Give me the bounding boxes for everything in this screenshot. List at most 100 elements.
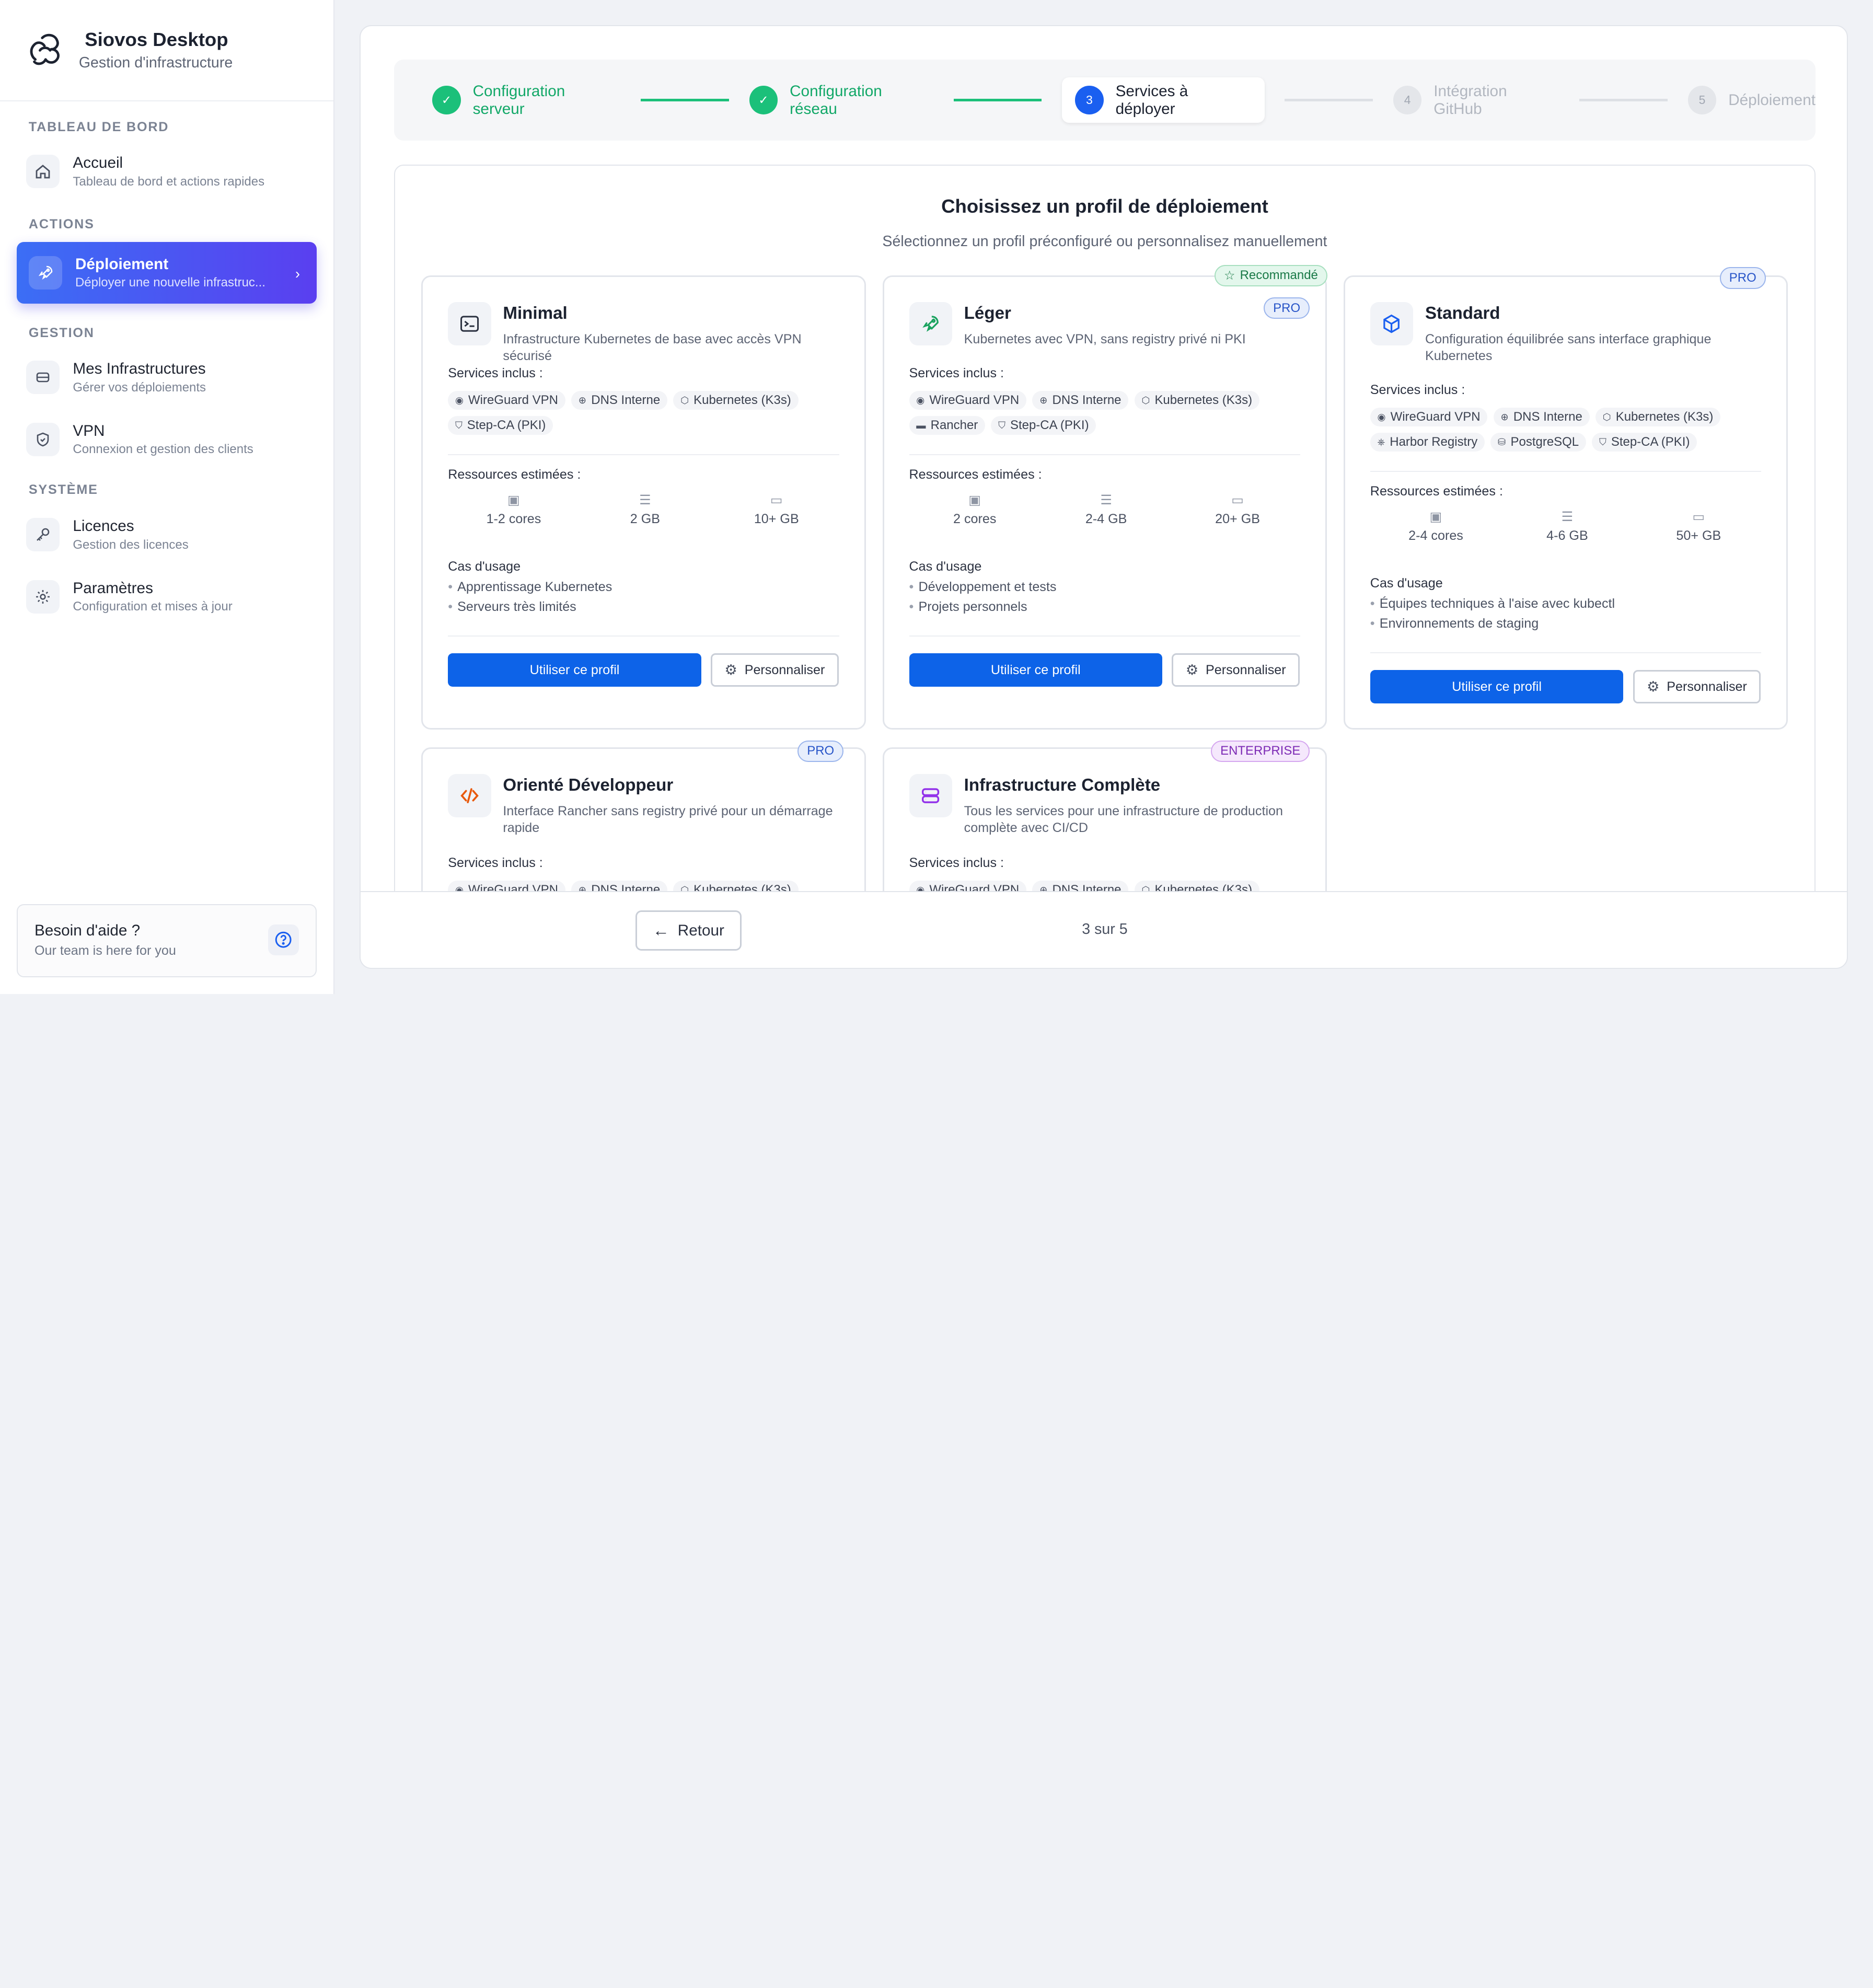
database-icon — [26, 361, 60, 395]
shield-check-icon: ⛉ — [1599, 436, 1606, 447]
list-item: Équipes techniques à l'aise avec kubectl — [1370, 596, 1615, 611]
service-chip: ⛉ Step-CA (PKI) — [448, 415, 553, 435]
divider — [1370, 652, 1762, 654]
service-chip: ⎈ Harbor Registry — [1370, 432, 1485, 452]
shield-check-icon: ⛉ — [455, 419, 463, 431]
wireguard-icon: ◉ — [916, 394, 925, 406]
chevron-right-icon: › — [295, 265, 300, 282]
profile-card-complete[interactable]: Infrastructure Complète Tous les service… — [882, 747, 1327, 905]
globe-icon: ⊕ — [1500, 411, 1509, 422]
rocket-icon — [28, 256, 62, 290]
wizard-footer: ← Retour 3 sur 5 — [360, 891, 1847, 968]
sidebar-item-deploiement[interactable]: Déploiement Déployer une nouvelle infras… — [16, 241, 317, 304]
service-chip: ⬡ Kubernetes (K3s) — [1595, 407, 1721, 427]
services-chips: ◉ WireGuard VPN ⊕ DNS Interne ⬡ Kubernetes … — [909, 390, 1303, 435]
app-title: Siovos Desktop — [85, 29, 228, 51]
profile-name: Infrastructure Complète — [964, 775, 1161, 795]
check-icon: ✓ — [749, 86, 778, 115]
profile-desc: Tous les services pour une infrastructur… — [964, 804, 1283, 836]
globe-icon: ⊕ — [578, 394, 587, 406]
resources-label: Ressources estimées : — [1370, 483, 1503, 499]
gear-icon — [26, 580, 60, 614]
service-chip: ⊕ DNS Interne — [1493, 407, 1590, 427]
page-subtitle: Sélectionnez un profil préconfiguré ou p… — [882, 233, 1327, 250]
stepper: ✓ Configuration serveur ✓ Configuration … — [394, 59, 1816, 141]
profile-card-minimal[interactable]: Minimal Infrastructure Kubernetes de bas… — [421, 275, 866, 730]
help-card[interactable]: Besoin d'aide ? Our team is here for you — [16, 904, 317, 977]
memory-icon: ☰ — [1561, 509, 1574, 524]
use-profile-button[interactable]: Utiliser ce profil — [1370, 670, 1624, 704]
use-profile-button[interactable]: Utiliser ce profil — [448, 653, 701, 687]
profile-card-developpeur[interactable]: Orienté Développeur Interface Rancher sa… — [421, 747, 866, 905]
sidebar-item-label: VPN — [73, 422, 105, 440]
cpu-icon: ▣ — [1429, 509, 1442, 524]
cube-icon: ⬡ — [1602, 411, 1611, 422]
step-counter: 3 sur 5 — [1082, 921, 1128, 938]
resources-row: ▣ 1-2 cores ☰ 2 GB ▭ 10+ GB — [448, 492, 842, 527]
profile-card-leger[interactable]: Léger Kubernetes avec VPN, sans registry… — [882, 275, 1327, 730]
service-chip: ◉ WireGuard VPN — [448, 390, 565, 410]
sidebar-item-desc: Tableau de bord et actions rapides — [73, 174, 265, 189]
profile-selection: Choisissez un profil de déploiement Séle… — [394, 165, 1816, 906]
divider — [448, 454, 839, 455]
uses-list: Développement et tests Projets personnel… — [909, 575, 1056, 615]
profile-desc: Infrastructure Kubernetes de base avec a… — [503, 332, 802, 364]
sidebar-item-infrastructures[interactable]: Mes Infrastructures Gérer vos déploiemen… — [0, 351, 333, 404]
services-chips: ◉ WireGuard VPN ⊕ DNS Interne ⬡ Kubernetes … — [1370, 407, 1764, 452]
disk-resource: ▭ 50+ GB — [1633, 509, 1764, 544]
step-number: 5 — [1687, 86, 1717, 115]
gear-icon: ⚙ — [724, 662, 737, 678]
customize-button[interactable]: ⚙ Personnaliser — [711, 653, 839, 687]
rancher-icon: ▬ — [916, 419, 926, 431]
step-configuration-serveur[interactable]: ✓ Configuration serveur — [432, 83, 620, 118]
step-configuration-reseau[interactable]: ✓ Configuration réseau — [749, 83, 933, 118]
sidebar-item-licences[interactable]: Licences Gestion des licences — [0, 508, 333, 561]
server-stack-icon — [909, 774, 952, 817]
service-chip: ⛉ Step-CA (PKI) — [991, 415, 1096, 435]
globe-icon: ⊕ — [1039, 394, 1048, 406]
check-icon: ✓ — [432, 86, 461, 115]
sidebar-item-parametres[interactable]: Paramètres Configuration et mises à jour — [0, 571, 333, 623]
gear-icon: ⚙ — [1646, 678, 1660, 695]
customize-button[interactable]: ⚙ Personnaliser — [1633, 670, 1761, 704]
divider — [909, 635, 1300, 637]
cpu-resource: ▣ 2-4 cores — [1370, 509, 1501, 544]
profile-desc: Kubernetes avec VPN, sans registry privé… — [964, 332, 1246, 347]
sidebar: Siovos Desktop Gestion d'infrastructure … — [0, 0, 334, 994]
use-profile-button[interactable]: Utiliser ce profil — [909, 653, 1163, 687]
sidebar-item-vpn[interactable]: VPN Connexion et gestion des clients — [0, 413, 333, 466]
step-connector — [1579, 99, 1668, 101]
step-connector — [641, 99, 729, 101]
step-integration-github: 4 Intégration GitHub — [1393, 83, 1559, 118]
question-icon[interactable] — [268, 924, 299, 956]
list-item: Serveurs très limités — [448, 599, 612, 615]
customize-button[interactable]: ⚙ Personnaliser — [1172, 653, 1300, 687]
step-label: Configuration serveur — [472, 82, 565, 118]
service-chip: ◉ WireGuard VPN — [1370, 407, 1488, 427]
uses-label: Cas d'usage — [1370, 575, 1443, 591]
disk-resource: ▭ 10+ GB — [711, 492, 842, 527]
service-chip: ⊕ DNS Interne — [1032, 390, 1129, 410]
sidebar-item-accueil[interactable]: Accueil Tableau de bord et actions rapid… — [0, 145, 333, 198]
pro-badge: PRO — [1719, 267, 1766, 289]
rocket-icon — [909, 302, 952, 345]
cpu-resource: ▣ 1-2 cores — [448, 492, 579, 527]
step-label: Services à déployer — [1115, 82, 1188, 118]
page-title: Choisissez un profil de déploiement — [941, 195, 1268, 217]
disk-icon: ▭ — [770, 492, 783, 507]
sidebar-item-desc: Déployer une nouvelle infrastruc... — [75, 275, 265, 290]
disk-resource: ▭ 20+ GB — [1172, 492, 1303, 527]
step-services[interactable]: 3 Services à déployer — [1061, 77, 1265, 123]
profile-name: Léger — [964, 303, 1011, 323]
services-label: Services inclus : — [1370, 382, 1465, 397]
profile-name: Orienté Développeur — [503, 775, 674, 795]
home-icon — [26, 155, 60, 189]
box-icon — [1370, 302, 1414, 345]
profile-card-standard[interactable]: Standard Configuration équilibrée sans i… — [1343, 275, 1788, 730]
memory-icon: ☰ — [1100, 492, 1112, 507]
services-label: Services inclus : — [909, 855, 1004, 870]
memory-icon: ☰ — [639, 492, 651, 507]
step-connector — [1285, 99, 1373, 101]
app-window: Siovos Desktop Gestion d'infrastructure … — [0, 0, 1873, 994]
service-chip: ⛁ PostgreSQL — [1490, 432, 1586, 452]
